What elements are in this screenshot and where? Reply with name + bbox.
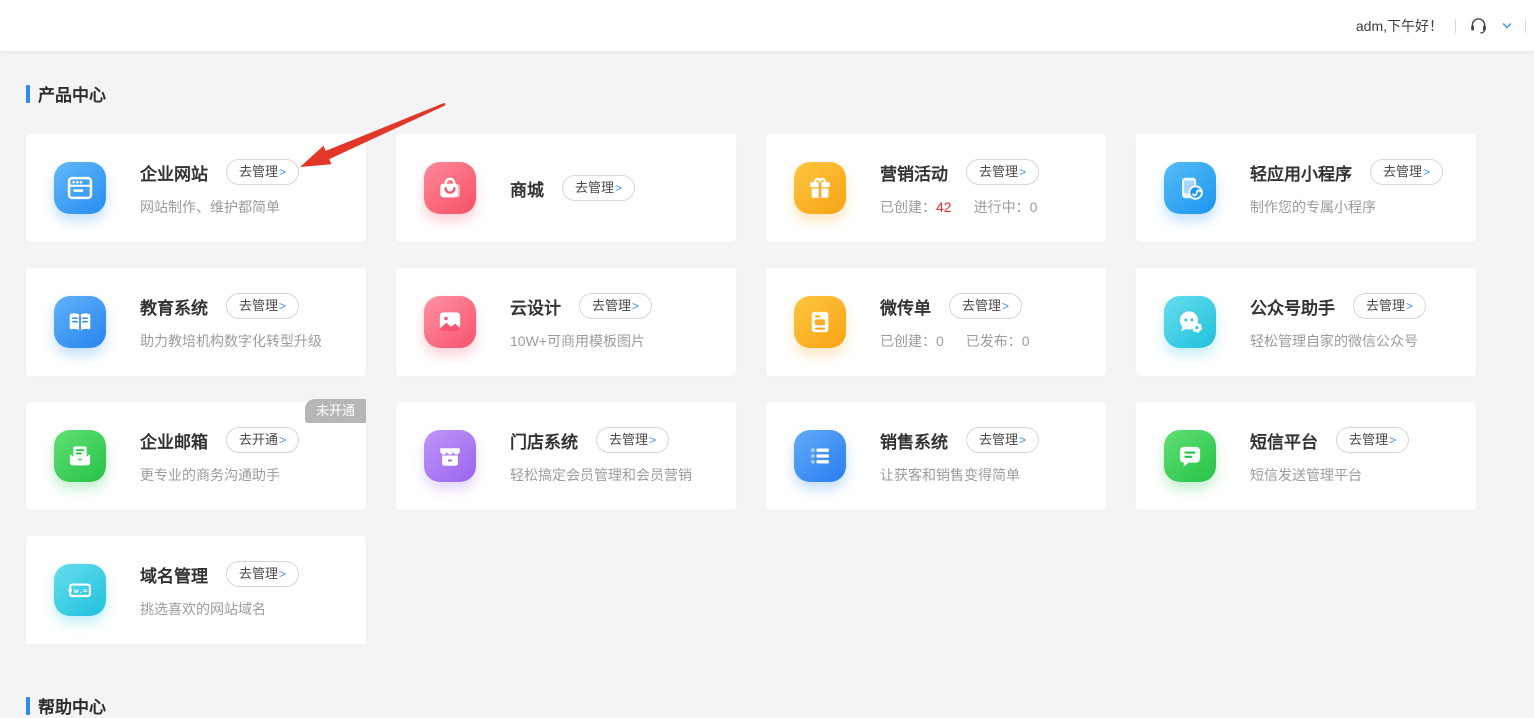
- product-card[interactable]: 企业网站 去管理> 网站制作、维护都简单: [26, 134, 366, 242]
- manage-button[interactable]: 去管理>: [966, 159, 1039, 185]
- manage-button[interactable]: 去管理>: [1370, 159, 1443, 185]
- product-title: 微传单: [880, 294, 931, 319]
- button-arrow: >: [1019, 434, 1026, 446]
- product-desc: 轻松搞定会员管理和会员营销: [510, 465, 692, 485]
- button-arrow: >: [1019, 166, 1026, 178]
- product-card[interactable]: 销售系统 去管理> 让获客和销售变得简单: [766, 402, 1106, 510]
- product-desc: 挑选喜欢的网站域名: [140, 599, 299, 619]
- manage-button[interactable]: 去管理>: [949, 293, 1022, 319]
- manage-button[interactable]: 去管理>: [562, 175, 635, 201]
- button-arrow: >: [649, 434, 656, 446]
- product-card[interactable]: 云设计 去管理> 10W+可商用模板图片: [396, 268, 736, 376]
- button-arrow: >: [279, 434, 286, 446]
- product-title: 企业邮箱: [140, 428, 208, 453]
- product-desc: 10W+可商用模板图片: [510, 331, 652, 351]
- product-card[interactable]: w.= 域名管理 去管理> 挑选喜欢的网站域名: [26, 536, 366, 644]
- product-title: 云设计: [510, 294, 561, 319]
- manage-button[interactable]: 去开通>: [226, 427, 299, 453]
- manage-button[interactable]: 去管理>: [1353, 293, 1426, 319]
- manage-button[interactable]: 去管理>: [226, 159, 299, 185]
- button-arrow: >: [1002, 300, 1009, 312]
- svg-text:w.=: w.=: [74, 586, 88, 595]
- button-arrow: >: [632, 300, 639, 312]
- product-card[interactable]: 轻应用小程序 去管理> 制作您的专属小程序: [1136, 134, 1476, 242]
- product-desc: 轻松管理自家的微信公众号: [1250, 331, 1426, 351]
- manage-button[interactable]: 去管理>: [1336, 427, 1409, 453]
- button-arrow: >: [1423, 166, 1430, 178]
- button-arrow: >: [615, 182, 622, 194]
- product-stats: 已创建：42进行中：0: [880, 197, 1059, 217]
- wechat-gear-icon: [1164, 296, 1216, 348]
- product-title: 门店系统: [510, 428, 578, 453]
- manage-button[interactable]: 去管理>: [596, 427, 669, 453]
- product-card[interactable]: 微传单 去管理> 已创建：0已发布：0: [766, 268, 1106, 376]
- shopping-bag-icon: [424, 162, 476, 214]
- header-divider: [1525, 19, 1526, 33]
- product-title: 轻应用小程序: [1250, 160, 1352, 185]
- user-greeting: adm,下午好！: [1356, 16, 1443, 36]
- manage-button[interactable]: 去管理>: [579, 293, 652, 319]
- list-icon: [794, 430, 846, 482]
- product-title: 营销活动: [880, 160, 948, 185]
- flyer-icon: [794, 296, 846, 348]
- product-desc: 更专业的商务沟通助手: [140, 465, 299, 485]
- product-desc: 助力教培机构数字化转型升级: [140, 331, 322, 351]
- help-section-title: 帮助中心: [26, 693, 1476, 718]
- product-title: 域名管理: [140, 562, 208, 587]
- products-section-label: 产品中心: [38, 81, 106, 106]
- image-icon: [424, 296, 476, 348]
- browser-window-icon: [54, 162, 106, 214]
- help-section-label: 帮助中心: [38, 693, 106, 718]
- header-divider: [1455, 19, 1456, 33]
- product-grid: 企业网站 去管理> 网站制作、维护都简单 商城 去管理> 营销活动 去管理>: [26, 134, 1476, 644]
- product-desc: 制作您的专属小程序: [1250, 197, 1443, 217]
- product-card[interactable]: 教育系统 去管理> 助力教培机构数字化转型升级: [26, 268, 366, 376]
- product-card[interactable]: 公众号助手 去管理> 轻松管理自家的微信公众号: [1136, 268, 1476, 376]
- product-title: 公众号助手: [1250, 294, 1335, 319]
- manage-button[interactable]: 去管理>: [226, 561, 299, 587]
- product-card[interactable]: 短信平台 去管理> 短信发送管理平台: [1136, 402, 1476, 510]
- page-content: 产品中心 企业网站 去管理> 网站制作、维护都简单 商城 去管理>: [0, 81, 1534, 718]
- button-arrow: >: [1406, 300, 1413, 312]
- headset-icon[interactable]: [1468, 15, 1489, 36]
- section-title-bar: [26, 697, 30, 715]
- product-title: 企业网站: [140, 160, 208, 185]
- button-arrow: >: [279, 166, 286, 178]
- domain-tag-icon: w.=: [54, 564, 106, 616]
- button-arrow: >: [279, 568, 286, 580]
- button-arrow: >: [279, 300, 286, 312]
- product-card[interactable]: 营销活动 去管理> 已创建：42进行中：0: [766, 134, 1106, 242]
- product-desc: 短信发送管理平台: [1250, 465, 1409, 485]
- product-title: 销售系统: [880, 428, 948, 453]
- product-title: 教育系统: [140, 294, 208, 319]
- open-book-icon: [54, 296, 106, 348]
- products-section-title: 产品中心: [26, 81, 1476, 106]
- status-badge: 未开通: [305, 399, 366, 423]
- miniprogram-phone-icon: [1164, 162, 1216, 214]
- product-card[interactable]: 未开通 企业邮箱 去开通> 更专业的商务沟通助手: [26, 402, 366, 510]
- product-title: 商城: [510, 176, 544, 201]
- open-envelope-icon: [54, 430, 106, 482]
- manage-button[interactable]: 去管理>: [966, 427, 1039, 453]
- product-card[interactable]: 门店系统 去管理> 轻松搞定会员管理和会员营销: [396, 402, 736, 510]
- product-stats: 已创建：0已发布：0: [880, 331, 1052, 351]
- storefront-icon: [424, 430, 476, 482]
- product-desc: 网站制作、维护都简单: [140, 197, 299, 217]
- manage-button[interactable]: 去管理>: [226, 293, 299, 319]
- product-card[interactable]: 商城 去管理>: [396, 134, 736, 242]
- section-title-bar: [26, 85, 30, 103]
- product-title: 短信平台: [1250, 428, 1318, 453]
- button-arrow: >: [1389, 434, 1396, 446]
- gift-icon: [794, 162, 846, 214]
- top-header: adm,下午好！: [0, 0, 1534, 52]
- chevron-down-icon[interactable]: [1501, 20, 1513, 32]
- product-desc: 让获客和销售变得简单: [880, 465, 1039, 485]
- message-bubble-icon: [1164, 430, 1216, 482]
